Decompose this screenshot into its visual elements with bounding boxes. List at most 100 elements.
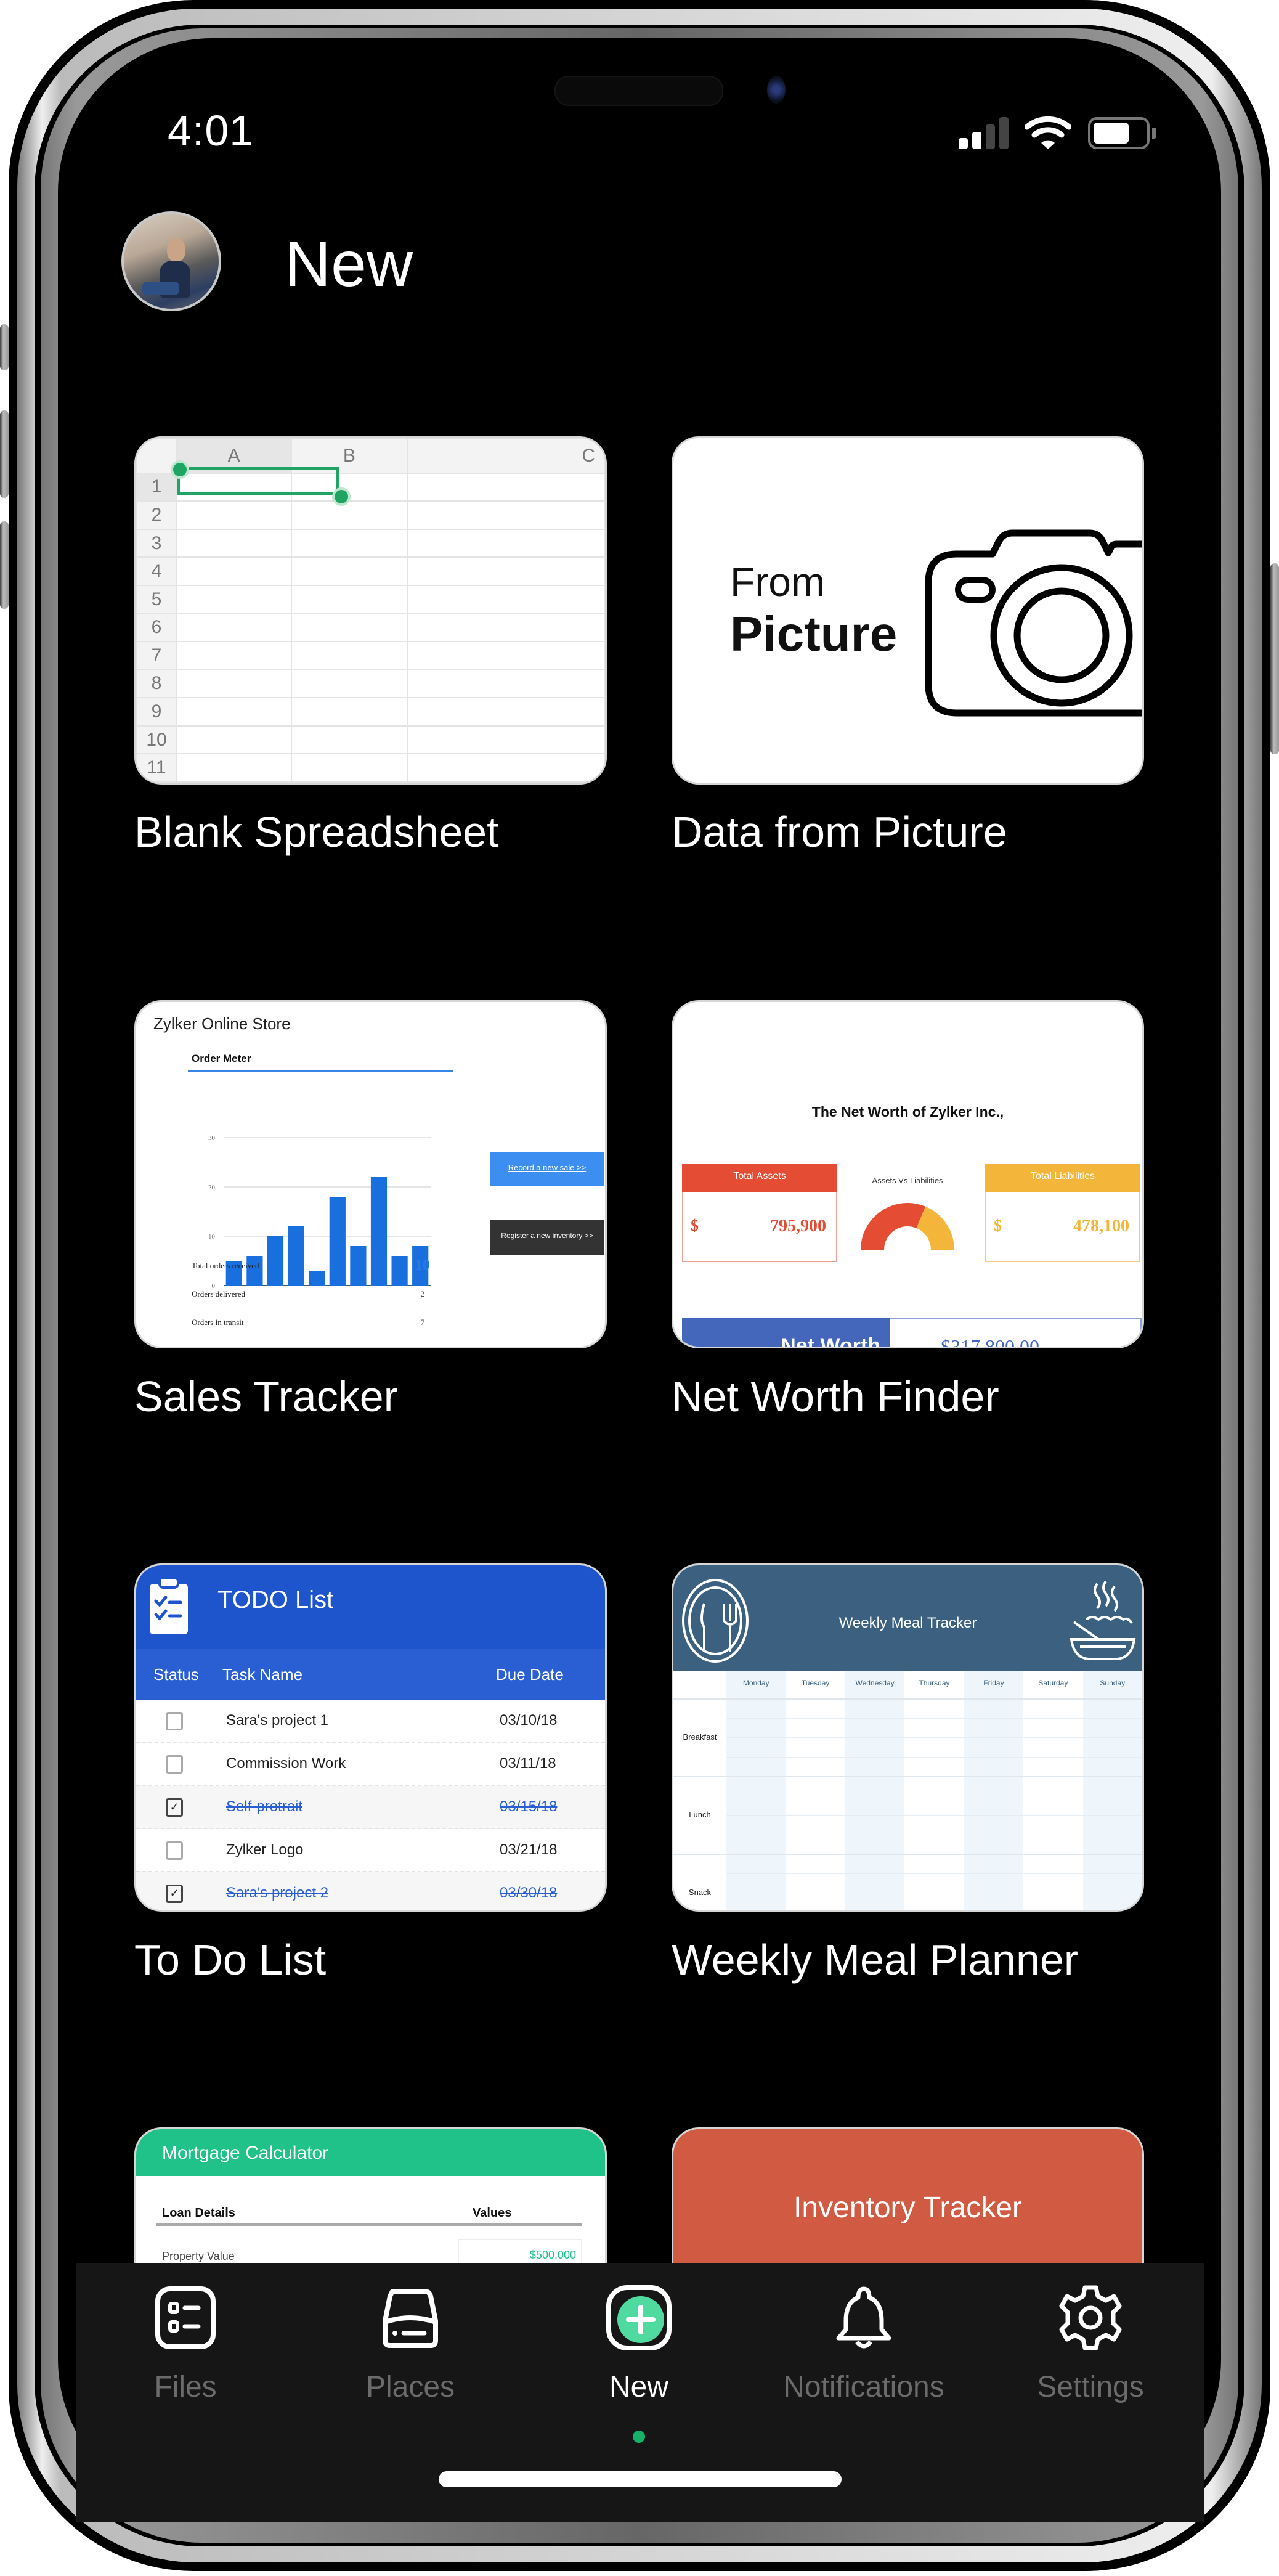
checkbox-checked[interactable]: ✓	[166, 1885, 183, 1903]
gauge-label: Assets Vs Liabilities	[872, 1176, 943, 1185]
spreadsheet-cell[interactable]	[406, 528, 605, 558]
places-drive-icon	[376, 2284, 444, 2352]
spreadsheet-cell[interactable]	[291, 753, 408, 783]
row-divider	[673, 1854, 1142, 1855]
spreadsheet-cell[interactable]	[291, 584, 408, 614]
selection-handle-start[interactable]	[171, 460, 189, 479]
volume-down-button	[0, 521, 9, 609]
template-card-to-do-list[interactable]: TODO List Status Task Name Due Date Sara…	[134, 1563, 607, 1912]
template-label[interactable]: Data from Picture	[672, 807, 1007, 857]
due-date: 03/21/18	[500, 1841, 558, 1858]
todo-row[interactable]: ✓ Self-protrait 03/15/18	[136, 1786, 605, 1829]
spreadsheet-cell[interactable]	[406, 613, 605, 643]
day-column: Friday	[964, 1671, 1024, 1910]
chart-bar	[391, 1256, 408, 1286]
template-label[interactable]: Sales Tracker	[134, 1372, 398, 1421]
day-header: Friday	[983, 1679, 1004, 1687]
spreadsheet-cell[interactable]	[406, 725, 605, 755]
spreadsheet-cell[interactable]	[406, 697, 605, 727]
todo-row[interactable]: Commission Work 03/11/18	[136, 1743, 605, 1786]
earpiece-speaker	[554, 76, 723, 106]
spreadsheet-cell[interactable]	[291, 556, 408, 586]
todo-row[interactable]: ✓ Sara's project 2 03/30/18	[136, 1872, 605, 1910]
status-time: 4:01	[168, 107, 254, 155]
user-avatar[interactable]	[121, 211, 221, 311]
spreadsheet-cell[interactable]	[175, 613, 293, 643]
checkbox-unchecked[interactable]	[166, 1755, 183, 1774]
y-tick-label: 30	[208, 1135, 216, 1142]
checkbox-unchecked[interactable]	[166, 1841, 183, 1860]
row-header: 4	[136, 556, 177, 586]
meal-label: Breakfast	[683, 1732, 717, 1742]
tab-places[interactable]: Places	[324, 2284, 497, 2404]
template-label[interactable]: To Do List	[134, 1935, 326, 1984]
spreadsheet-cell[interactable]	[291, 613, 408, 643]
spreadsheet-cell[interactable]	[406, 753, 605, 783]
tab-new[interactable]: New	[553, 2284, 725, 2404]
template-label[interactable]: Blank Spreadsheet	[134, 807, 499, 857]
spreadsheet-cell[interactable]	[175, 753, 293, 783]
tab-files[interactable]: Files	[99, 2284, 272, 2404]
register-inventory-button[interactable]: Register a new inventory >>	[490, 1220, 604, 1255]
spreadsheet-cell[interactable]	[291, 528, 408, 558]
selected-cell-outline	[177, 467, 339, 495]
record-sale-button[interactable]: Record a new sale >>	[490, 1152, 604, 1186]
spreadsheet-cell[interactable]	[406, 556, 605, 586]
checkbox-unchecked[interactable]	[166, 1712, 183, 1730]
chart-bar	[267, 1236, 284, 1286]
selection-handle-end[interactable]	[332, 487, 351, 506]
template-card-weekly-meal-planner[interactable]: Weekly Meal Tracker Monday Tuesday Wednesd…	[672, 1563, 1144, 1912]
tab-label: Files	[154, 2371, 217, 2403]
template-card-data-from-picture[interactable]: From Picture	[672, 436, 1144, 785]
tab-settings[interactable]: Settings	[1004, 2284, 1177, 2404]
clipboard-check-icon	[150, 1576, 188, 1634]
spreadsheet-cell[interactable]	[175, 669, 293, 699]
spreadsheet-row: 8	[136, 669, 605, 699]
todo-row[interactable]: Zylker Logo 03/21/18	[136, 1829, 605, 1872]
todo-title: TODO List	[217, 1586, 334, 1613]
spreadsheet-cell[interactable]	[175, 556, 293, 586]
template-card-net-worth-finder[interactable]: The Net Worth of Zylker Inc., Total Asse…	[672, 1000, 1144, 1348]
due-date: 03/10/18	[500, 1712, 558, 1729]
spreadsheet-cell[interactable]	[291, 669, 408, 699]
spreadsheet-row: 5	[136, 584, 605, 614]
spreadsheet-cell[interactable]	[406, 500, 605, 530]
column-header-status: Status	[153, 1665, 199, 1684]
spreadsheet-cell[interactable]	[175, 641, 293, 670]
template-card-sales-tracker[interactable]: Zylker Online Store Order Meter 30 20 10 0 …	[134, 1000, 607, 1348]
stat-label: Orders returned	[192, 1346, 242, 1347]
checkbox-checked[interactable]: ✓	[166, 1798, 183, 1817]
row-header: 5	[136, 584, 177, 614]
active-tab-indicator	[633, 2431, 645, 2443]
stat-value: 10	[415, 1257, 430, 1273]
template-label[interactable]: Net Worth Finder	[672, 1372, 999, 1421]
wifi-icon	[1024, 116, 1072, 153]
spreadsheet-cell[interactable]	[291, 697, 408, 727]
template-label[interactable]: Weekly Meal Planner	[672, 1935, 1078, 1984]
spreadsheet-cell[interactable]	[406, 641, 605, 670]
home-indicator[interactable]	[439, 2471, 842, 2487]
day-header: Monday	[742, 1679, 769, 1687]
page-title: New	[285, 229, 413, 300]
spreadsheet-cell[interactable]	[175, 697, 293, 727]
tab-notifications[interactable]: Notifications	[778, 2284, 950, 2404]
tab-label: Places	[365, 2371, 455, 2403]
spreadsheet-cell[interactable]	[175, 725, 293, 755]
spreadsheet-cell[interactable]	[406, 584, 605, 614]
spreadsheet-cell[interactable]	[406, 669, 605, 699]
spreadsheet-cell[interactable]	[291, 641, 408, 670]
template-card-blank-spreadsheet[interactable]: A B C 1 2 3 4 5 6 7 8 9 10 11	[134, 436, 607, 785]
net-worth-label: Net Worth	[781, 1334, 880, 1348]
todo-row[interactable]: Sara's project 1 03/10/18	[136, 1700, 605, 1743]
cell-line	[726, 1737, 1142, 1738]
liabilities-value: 478,100	[1073, 1217, 1129, 1236]
tab-label: Settings	[1037, 2371, 1144, 2403]
spreadsheet-cell[interactable]	[175, 500, 293, 530]
day-column: Wednesday	[845, 1671, 905, 1910]
spreadsheet-cell[interactable]	[406, 472, 605, 502]
spreadsheet-cell[interactable]	[291, 725, 408, 755]
spreadsheet-cell[interactable]	[175, 528, 293, 558]
spreadsheet-cell[interactable]	[291, 500, 408, 530]
mortgage-header: Mortgage Calculator	[136, 2129, 605, 2176]
spreadsheet-cell[interactable]	[175, 584, 293, 614]
